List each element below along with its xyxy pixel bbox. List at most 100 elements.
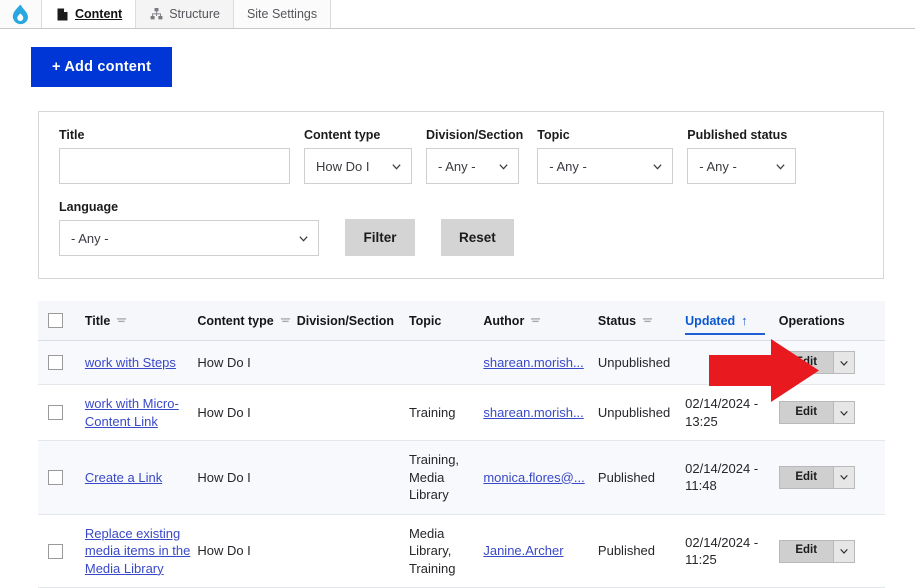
row-title-cell: Replace existing media items in the Medi… xyxy=(84,514,198,588)
division-filter-select[interactable]: - Any - xyxy=(426,148,519,184)
row-checkbox[interactable] xyxy=(48,355,63,370)
published-status-filter-value: - Any - xyxy=(699,158,737,174)
operations-dropdown-toggle[interactable] xyxy=(832,466,854,488)
column-header-author-label: Author xyxy=(483,313,525,328)
table-body: work with Steps How Do I sharean.morish.… xyxy=(38,340,885,588)
language-filter-select[interactable]: - Any - xyxy=(59,220,319,256)
tab-content[interactable]: Content xyxy=(42,0,137,28)
row-title-link[interactable]: work with Steps xyxy=(85,355,176,370)
row-author-link[interactable]: sharean.morish... xyxy=(483,355,583,370)
column-header-division-section-label: Division/Section xyxy=(296,313,394,328)
topic-filter-label: Topic xyxy=(537,128,570,142)
edit-button[interactable]: Edit xyxy=(779,352,833,373)
row-select-cell xyxy=(38,440,85,515)
row-topic-cell xyxy=(408,340,484,385)
toolbar-empty-space xyxy=(331,0,915,28)
column-header-updated[interactable]: Updated ↑ xyxy=(685,301,779,341)
reset-button[interactable]: Reset xyxy=(441,219,514,256)
column-header-content-type-label: Content type xyxy=(197,313,274,328)
chevron-down-icon xyxy=(299,235,308,242)
row-title-link[interactable]: Create a Link xyxy=(85,470,162,485)
column-header-status[interactable]: Status xyxy=(597,301,686,341)
row-operations-cell: Edit xyxy=(778,440,885,515)
edit-button[interactable]: Edit xyxy=(779,540,833,562)
row-title-cell: work with Micro-Content Link xyxy=(84,384,198,442)
field-title: Title xyxy=(59,128,290,184)
row-checkbox[interactable] xyxy=(48,405,63,421)
row-updated-cell xyxy=(685,340,779,385)
row-content-type-cell: How Do I xyxy=(197,514,297,588)
row-division-cell xyxy=(296,384,409,442)
operations-button-group: Edit xyxy=(778,351,855,374)
chevron-down-icon xyxy=(776,163,785,170)
field-language: Language - Any - xyxy=(59,200,319,256)
chevron-down-icon xyxy=(839,475,848,481)
content-type-filter-select[interactable]: How Do I xyxy=(304,148,412,184)
filter-row-secondary: Language - Any - Filter Reset xyxy=(59,200,863,256)
division-filter-value: - Any - xyxy=(438,158,476,174)
filter-panel: Title Content type How Do I Division/Sec… xyxy=(38,111,884,279)
table-row: Replace existing media items in the Medi… xyxy=(38,514,885,588)
page-icon xyxy=(55,7,69,21)
row-checkbox[interactable] xyxy=(48,543,63,559)
sort-icon xyxy=(531,318,541,323)
column-header-status-label: Status xyxy=(597,313,637,328)
row-updated-cell: 02/14/2024 - 13:25 xyxy=(685,384,779,442)
select-all-checkbox[interactable] xyxy=(48,313,63,328)
chevron-down-icon xyxy=(392,163,401,170)
content-page: + Add content Title Content type How Do … xyxy=(0,29,915,588)
chevron-down-icon xyxy=(653,163,662,170)
title-filter-input[interactable] xyxy=(59,148,290,184)
add-content-button[interactable]: + Add content xyxy=(31,47,173,87)
chevron-down-icon xyxy=(839,410,848,416)
topic-filter-select[interactable]: - Any - xyxy=(537,148,674,184)
column-header-operations: Operations xyxy=(778,301,885,341)
row-author-link[interactable]: Janine.Archer xyxy=(483,543,563,558)
column-header-title[interactable]: Title xyxy=(84,301,198,341)
row-topic-cell: Media Library, Training xyxy=(408,514,484,588)
tab-structure[interactable]: Structure xyxy=(136,0,234,28)
drupal-droplet-icon xyxy=(12,4,28,24)
row-division-cell xyxy=(296,514,409,588)
hierarchy-icon xyxy=(149,7,163,21)
field-topic: Topic - Any - xyxy=(537,128,674,184)
row-content-type-cell: How Do I xyxy=(197,340,297,385)
select-all-header xyxy=(38,301,85,341)
row-author-cell: sharean.morish... xyxy=(483,340,598,385)
column-header-content-type[interactable]: Content type xyxy=(197,301,297,341)
sort-icon xyxy=(280,318,290,323)
row-checkbox[interactable] xyxy=(48,469,63,485)
row-operations-cell: Edit xyxy=(778,514,885,588)
table-header: Title Content type Division/Section Topi… xyxy=(38,301,885,341)
row-author-cell: Janine.Archer xyxy=(483,514,598,588)
column-header-author[interactable]: Author xyxy=(483,301,598,341)
table-row: work with Steps How Do I sharean.morish.… xyxy=(38,340,885,385)
title-filter-label: Title xyxy=(59,128,85,142)
operations-dropdown-toggle[interactable] xyxy=(832,402,854,424)
filter-button[interactable]: Filter xyxy=(345,219,415,256)
tab-structure-label: Structure xyxy=(169,7,220,21)
operations-dropdown-toggle[interactable] xyxy=(832,352,854,373)
table-row: Create a Link How Do I Training, Media L… xyxy=(38,440,885,515)
row-updated-cell: 02/14/2024 - 11:25 xyxy=(685,514,779,588)
table-header-row: Title Content type Division/Section Topi… xyxy=(38,301,885,341)
row-title-link[interactable]: Replace existing media items in the Medi… xyxy=(85,526,191,576)
column-header-updated-label: Updated xyxy=(685,313,736,328)
operations-dropdown-toggle[interactable] xyxy=(832,540,854,562)
content-type-filter-value: How Do I xyxy=(316,158,370,174)
content-table: Title Content type Division/Section Topi… xyxy=(38,301,885,588)
admin-toolbar: Content Structure Site Settings xyxy=(0,0,915,29)
published-status-filter-select[interactable]: - Any - xyxy=(687,148,797,184)
language-filter-label: Language xyxy=(59,200,119,214)
operations-button-group: Edit xyxy=(778,465,855,489)
row-author-link[interactable]: sharean.morish... xyxy=(483,405,583,420)
row-author-link[interactable]: monica.flores@... xyxy=(483,470,584,485)
edit-button[interactable]: Edit xyxy=(779,402,833,424)
edit-button[interactable]: Edit xyxy=(779,466,833,488)
field-content-type: Content type How Do I xyxy=(304,128,412,184)
drupal-logo[interactable] xyxy=(0,0,42,28)
row-title-link[interactable]: work with Micro-Content Link xyxy=(85,396,179,429)
operations-button-group: Edit xyxy=(778,539,855,563)
row-status-cell: Unpublished xyxy=(597,340,686,385)
tab-site-settings[interactable]: Site Settings xyxy=(233,0,332,28)
